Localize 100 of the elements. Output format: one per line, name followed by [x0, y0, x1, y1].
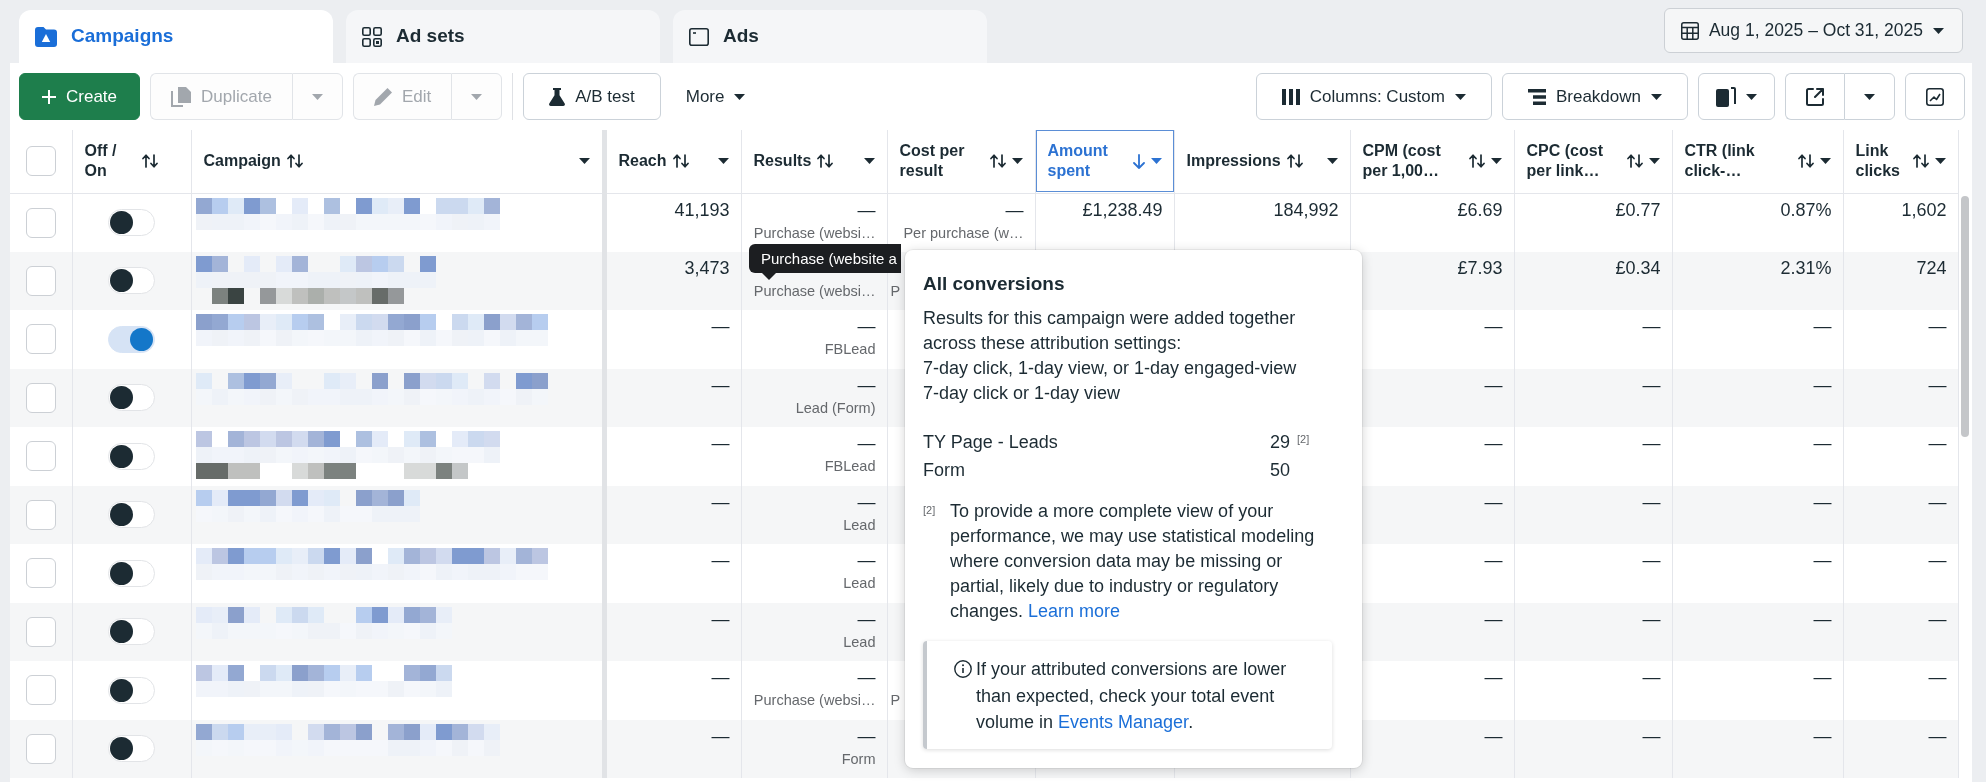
on-off-toggle[interactable]	[108, 501, 155, 529]
pages-icon	[1716, 86, 1736, 107]
footnote-mark: [2]	[923, 503, 937, 518]
conversion-count: 29	[1270, 431, 1291, 454]
row-checkbox[interactable]	[25, 207, 56, 238]
sort-icon	[141, 154, 158, 169]
columns-button[interactable]: Columns: Custom	[1255, 73, 1492, 120]
metric-value: —	[1813, 373, 1832, 397]
attribution-setting: 7-day click, 1-day view, or 1-day engaged-view	[923, 357, 1298, 380]
metric-note: Purchase (websi…	[753, 223, 876, 242]
tab[interactable]: Ads	[673, 10, 987, 63]
on-off-toggle[interactable]	[108, 384, 155, 412]
column-header[interactable]: Cost per result	[887, 130, 1035, 193]
metric-value: —	[1642, 373, 1661, 397]
events-manager-link[interactable]: Events Manager	[1058, 712, 1189, 732]
metric-value: —	[1928, 549, 1947, 572]
on-off-toggle[interactable]	[108, 267, 155, 295]
attribution-setting: 7-day click or 1-day view	[923, 382, 1122, 405]
tab[interactable]: Ad sets	[346, 10, 660, 63]
metric-note: Purchase (websi…	[753, 691, 876, 709]
metric-value: —	[711, 373, 730, 397]
metric-value: £1,238.49	[1082, 198, 1163, 222]
on-off-toggle[interactable]	[108, 735, 155, 763]
caret-icon	[471, 93, 483, 100]
row-checkbox[interactable]	[25, 441, 56, 472]
column-header[interactable]: CTR (link click-…	[1672, 130, 1843, 193]
metric-value: —	[1813, 432, 1832, 455]
more-menu-button[interactable]: More	[670, 73, 761, 120]
column-header[interactable]: Reach	[606, 130, 741, 193]
metric-value: —	[1928, 666, 1947, 689]
row-checkbox[interactable]	[25, 675, 56, 706]
metric-value: —	[711, 549, 730, 572]
tooltip: Purchase (website a	[749, 244, 901, 273]
learn-more-link[interactable]: Learn more	[1028, 601, 1121, 621]
create-button[interactable]: Create	[19, 73, 141, 120]
on-off-toggle[interactable]	[108, 618, 155, 646]
column-header[interactable]: CPM (cost per 1,00…	[1350, 130, 1514, 193]
row-checkbox[interactable]	[25, 382, 56, 413]
row-checkbox[interactable]	[25, 265, 56, 296]
reports-button[interactable]	[1698, 73, 1775, 120]
metric-value: —	[711, 666, 730, 689]
on-off-toggle[interactable]	[108, 325, 155, 353]
column-header[interactable]: Link clicks	[1843, 130, 1958, 193]
conversion-count: 50	[1270, 459, 1291, 482]
metric-value: £0.34	[1615, 256, 1661, 280]
row-checkbox[interactable]	[25, 324, 56, 355]
scrollbar-thumb[interactable]	[1960, 196, 1969, 437]
pencil-icon	[373, 87, 392, 106]
metric-value: —	[1484, 666, 1503, 689]
sort-icon	[1912, 154, 1929, 169]
column-header[interactable]: Impressions	[1174, 130, 1350, 193]
column-header[interactable]: Campaign	[191, 130, 602, 193]
metric-value: —	[1484, 549, 1503, 572]
footnote-text: To provide a more complete view of your performance, we may use statistical modeling where conversion data may be missing or partial, likely due to industry or regulatory changes. Learn more	[950, 500, 1316, 623]
chart-button[interactable]	[1905, 73, 1965, 120]
select-all-checkbox[interactable]	[25, 146, 56, 177]
on-off-toggle[interactable]	[108, 209, 155, 236]
sort-icon	[817, 154, 834, 169]
row-checkbox[interactable]	[25, 558, 56, 589]
window-icon	[689, 27, 709, 46]
metric-value: 0.87%	[1780, 198, 1832, 222]
plus-icon	[42, 89, 56, 104]
breakdown-button[interactable]: Breakdown	[1501, 73, 1688, 120]
column-header[interactable]: Amount spent	[1035, 130, 1174, 193]
metric-value: —	[1928, 432, 1947, 455]
metric-note: FBLead	[824, 457, 876, 475]
metric-value: —	[1928, 724, 1947, 748]
column-header[interactable]: CPC (cost per link…	[1514, 130, 1672, 193]
on-off-toggle[interactable]	[108, 442, 155, 470]
metric-value: —	[1928, 315, 1947, 338]
on-off-toggle[interactable]	[108, 676, 155, 704]
date-range-button[interactable]: Aug 1, 2025 – Oct 31, 2025	[1663, 8, 1963, 53]
ab-test-button[interactable]: A/B test	[523, 73, 661, 120]
row-checkbox[interactable]	[25, 616, 56, 647]
metric-note: P	[890, 281, 901, 300]
metric-value: —	[857, 198, 876, 222]
column-header[interactable]: Off / On	[72, 130, 191, 193]
metric-value: —	[1484, 490, 1503, 514]
line-chart-icon	[1926, 87, 1944, 106]
metric-value: —	[1642, 666, 1661, 689]
on-off-toggle[interactable]	[108, 559, 155, 587]
metric-note: Per purchase (w…	[903, 223, 1024, 242]
metric-value: —	[1928, 373, 1947, 397]
metric-value: 1,602	[1901, 198, 1947, 222]
folder-icon	[35, 26, 57, 47]
export-button[interactable]	[1785, 73, 1844, 120]
metric-value: —	[1642, 607, 1661, 631]
metric-value: —	[711, 607, 730, 631]
metric-value: —	[857, 666, 876, 689]
tooltip-pointer-icon	[762, 273, 776, 280]
column-header[interactable]: Results	[741, 130, 887, 193]
metric-note: Lead	[843, 515, 876, 534]
row-checkbox[interactable]	[25, 499, 56, 530]
row-checkbox[interactable]	[25, 733, 56, 764]
metric-value: —	[1813, 490, 1832, 514]
metric-value: —	[857, 549, 876, 572]
bars-icon	[1527, 88, 1546, 105]
tab[interactable]: Campaigns	[19, 10, 333, 63]
calendar-icon	[1680, 21, 1699, 40]
metric-value: £7.93	[1457, 256, 1503, 280]
